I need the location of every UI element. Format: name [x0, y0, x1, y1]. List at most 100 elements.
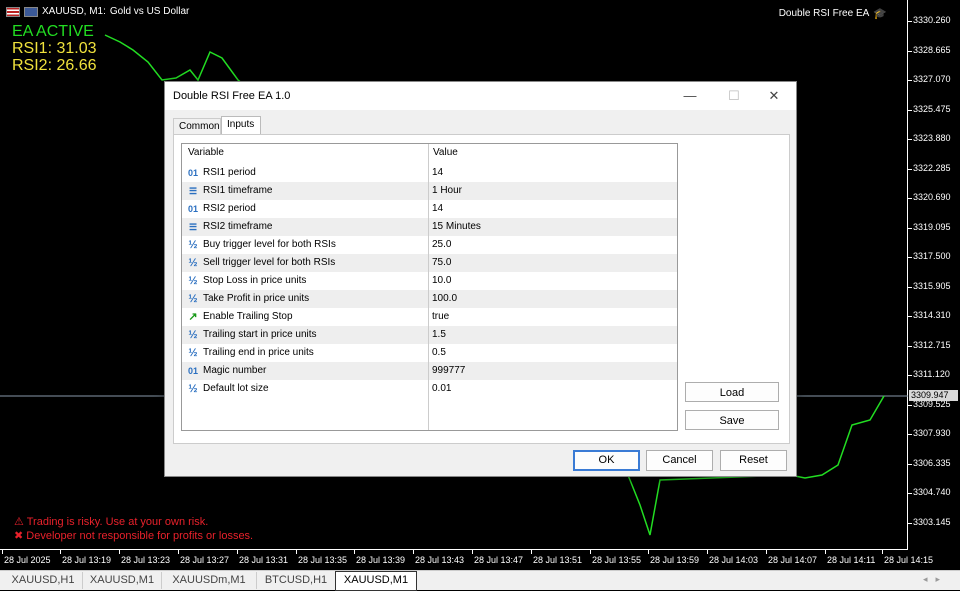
double-type-icon: ½ — [188, 383, 198, 395]
time-label: 28 Jul 14:07 — [768, 555, 818, 565]
chart-tab[interactable]: XAUUSD,M1 — [83, 572, 162, 589]
time-label: 28 Jul 13:59 — [650, 555, 700, 565]
chart-symbol: XAUUSD, M1: — [42, 6, 106, 17]
input-variable: 01 RSI2 period — [186, 200, 256, 218]
ea-properties-dialog: Double RSI Free EA 1.0 — ☐ ✕ Common Inpu… — [164, 81, 797, 477]
input-value[interactable]: true — [432, 308, 449, 326]
input-value[interactable]: 14 — [432, 164, 443, 182]
price-label: 3314.310 — [913, 310, 951, 320]
input-row[interactable]: ☰ RSI1 timeframe 1 Hour — [182, 182, 677, 200]
price-tick — [908, 404, 912, 406]
price-tick — [908, 109, 912, 111]
input-value[interactable]: 75.0 — [432, 254, 451, 272]
input-row[interactable]: ½ Take Profit in price units 100.0 — [182, 290, 677, 308]
inputs-grid[interactable]: Variable Value 01 RSI1 period 14 ☰ RSI1 time… — [181, 143, 678, 431]
input-value[interactable]: 0.5 — [432, 344, 446, 362]
cancel-button[interactable]: Cancel — [646, 450, 713, 471]
time-tick — [2, 550, 3, 554]
time-label: 28 Jul 13:51 — [533, 555, 583, 565]
tab-inputs[interactable]: Inputs — [221, 116, 261, 135]
chart-tab[interactable]: BTCUSD,H1 — [257, 572, 336, 589]
input-variable: ☰ RSI2 timeframe — [186, 218, 273, 236]
input-value[interactable]: 1.5 — [432, 326, 446, 344]
input-row[interactable]: ½ Stop Loss in price units 10.0 — [182, 272, 677, 290]
maximize-button[interactable]: ☐ — [713, 82, 755, 110]
input-value[interactable]: 14 — [432, 200, 443, 218]
input-variable: ½ Sell trigger level for both RSIs — [186, 254, 335, 272]
ea-label[interactable]: Double RSI Free EA 🎓 — [779, 7, 887, 20]
time-label: 28 Jul 13:31 — [239, 555, 289, 565]
int-type-icon: 01 — [187, 204, 198, 214]
input-value[interactable]: 100.0 — [432, 290, 457, 308]
input-row[interactable]: ½ Sell trigger level for both RSIs 75.0 — [182, 254, 677, 272]
dialog-titlebar[interactable]: Double RSI Free EA 1.0 — ☐ ✕ — [165, 82, 796, 110]
input-variable: ☰ RSI1 timeframe — [186, 182, 273, 200]
time-tick — [413, 550, 414, 554]
input-row[interactable]: ½ Trailing end in price units 0.5 — [182, 344, 677, 362]
time-tick — [825, 550, 826, 554]
minimize-button[interactable]: — — [669, 82, 711, 110]
close-icon: ✖ — [14, 530, 24, 542]
time-label: 28 Jul 14:15 — [884, 555, 934, 565]
column-header-variable[interactable]: Variable — [188, 144, 224, 162]
time-tick — [60, 550, 61, 554]
input-value[interactable]: 10.0 — [432, 272, 451, 290]
warning-text: Trading is risky. Use at your own risk. — [26, 516, 209, 528]
reset-button[interactable]: Reset — [720, 450, 787, 471]
tab-scroll-arrows[interactable]: ◂▸ — [923, 574, 948, 585]
price-tick — [908, 345, 912, 347]
time-label: 28 Jul 13:55 — [592, 555, 642, 565]
grid-header: Variable Value — [182, 144, 677, 162]
price-tick — [908, 316, 912, 317]
input-row[interactable]: ↗ Enable Trailing Stop true — [182, 308, 677, 326]
double-type-icon: ½ — [188, 347, 198, 359]
price-axis[interactable]: 3330.260 3328.665 3327.070 3325.475 3323.880… — [908, 0, 960, 550]
price-label: 3330.260 — [913, 15, 951, 25]
ea-status: EA ACTIVE — [12, 23, 94, 40]
input-row[interactable]: 01 RSI1 period 14 — [182, 164, 677, 182]
price-label: 3303.145 — [913, 516, 951, 527]
chart-tab[interactable]: XAUUSDm,M1 — [162, 572, 257, 589]
ok-button[interactable]: OK — [573, 450, 640, 471]
price-tick — [908, 493, 912, 494]
int-type-icon: 01 — [187, 366, 198, 376]
double-type-icon: ½ — [188, 293, 198, 305]
chart-tab-active[interactable]: XAUUSD,M1 — [335, 571, 417, 591]
time-label: 28 Jul 13:19 — [62, 555, 112, 565]
input-name: RSI1 timeframe — [203, 185, 273, 196]
double-type-icon: ½ — [188, 275, 198, 287]
time-tick — [472, 550, 473, 554]
load-button[interactable]: Load — [685, 382, 779, 402]
price-label: 3311.120 — [913, 369, 950, 379]
input-variable: 01 RSI1 period — [186, 164, 256, 182]
input-row[interactable]: 01 Magic number 999777 — [182, 362, 677, 380]
input-value[interactable]: 999777 — [432, 362, 465, 380]
input-value[interactable]: 0.01 — [432, 380, 451, 398]
input-value[interactable]: 1 Hour — [432, 182, 462, 200]
input-row[interactable]: ½ Trailing start in price units 1.5 — [182, 326, 677, 344]
input-name: RSI2 period — [203, 203, 256, 214]
input-name: Enable Trailing Stop — [203, 311, 293, 322]
input-name: Magic number — [203, 365, 267, 376]
dialog-title: Double RSI Free EA 1.0 — [173, 90, 291, 102]
price-label: 3315.905 — [913, 280, 951, 291]
input-row[interactable]: ☰ RSI2 timeframe 15 Minutes — [182, 218, 677, 236]
input-value[interactable]: 25.0 — [432, 236, 451, 254]
time-tick — [648, 550, 649, 554]
price-label: 3317.500 — [913, 251, 951, 261]
column-header-value[interactable]: Value — [433, 144, 458, 162]
close-button[interactable]: ✕ — [753, 82, 795, 110]
save-button[interactable]: Save — [685, 410, 779, 430]
tab-common[interactable]: Common — [173, 118, 221, 134]
input-variable: ↗ Enable Trailing Stop — [186, 308, 293, 326]
input-value[interactable]: 15 Minutes — [432, 218, 481, 236]
chart-tab[interactable]: XAUUSD,H1 — [4, 572, 83, 589]
time-label: 28 Jul 14:11 — [827, 555, 876, 565]
input-variable: ½ Buy trigger level for both RSIs — [186, 236, 335, 254]
input-row[interactable]: ½ Default lot size 0.01 — [182, 380, 677, 398]
input-name: Trailing end in price units — [203, 347, 314, 358]
column-divider[interactable] — [428, 144, 429, 430]
time-label: 28 Jul 13:43 — [415, 555, 465, 565]
input-row[interactable]: 01 RSI2 period 14 — [182, 200, 677, 218]
input-row[interactable]: ½ Buy trigger level for both RSIs 25.0 — [182, 236, 677, 254]
